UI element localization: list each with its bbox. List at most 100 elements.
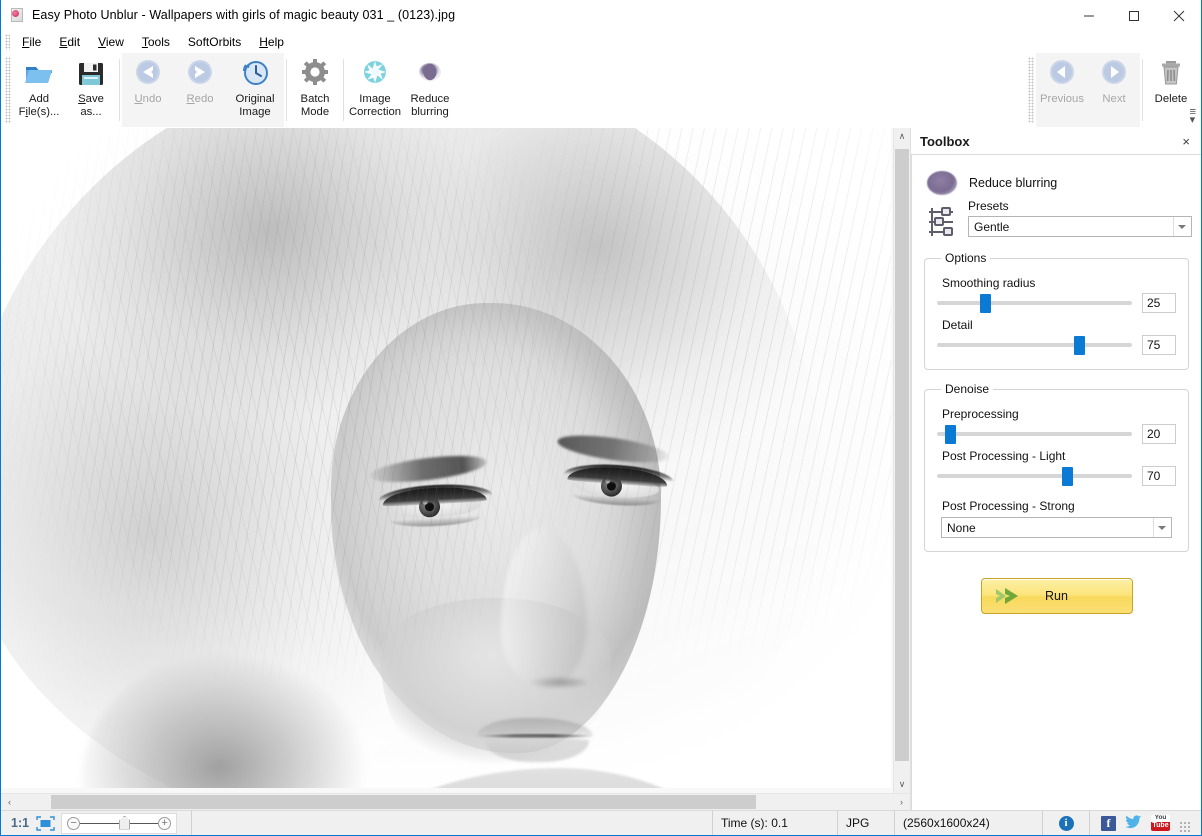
zoom-slider-track[interactable]	[80, 815, 159, 830]
zoom-slider-handle[interactable]	[119, 815, 131, 830]
slider-thumb[interactable]	[944, 425, 956, 444]
window-title: Easy Photo Unblur - Wallpapers with girl…	[32, 8, 456, 22]
presets-row: Presets Gentle	[927, 199, 1192, 239]
slider-thumb[interactable]	[1061, 467, 1073, 486]
open-folder-icon	[23, 58, 55, 90]
chevron-down-icon[interactable]	[1173, 217, 1190, 236]
fit-to-window-icon[interactable]	[36, 815, 55, 831]
scroll-down-button[interactable]: ∨	[894, 776, 910, 793]
image-correction-label: Image Correction	[348, 93, 402, 118]
next-arrow-icon	[1098, 58, 1130, 90]
portrait-photo	[1, 128, 891, 788]
status-time: Time (s): 0.1	[713, 811, 838, 835]
menu-item-file[interactable]: File	[13, 33, 50, 51]
toolbar-grip-icon[interactable]	[5, 57, 11, 123]
menu-item-tools[interactable]: Tools	[133, 33, 179, 51]
toolbar-overflow-icon[interactable]: ≡ ▾	[1190, 107, 1196, 126]
toolbar-separator	[343, 59, 344, 121]
vertical-scroll-track[interactable]	[894, 145, 910, 776]
minimize-button[interactable]	[1066, 0, 1111, 31]
denoise-group: Denoise Preprocessing 20 Post Processing…	[924, 382, 1189, 552]
scroll-up-button[interactable]: ∧	[894, 128, 910, 145]
close-button[interactable]	[1156, 0, 1201, 31]
slider-track[interactable]	[937, 301, 1132, 305]
presets-label: Presets	[968, 199, 1009, 213]
delete-label: Delete	[1154, 93, 1188, 105]
resize-grip-icon[interactable]	[1179, 821, 1191, 833]
preprocessing-value[interactable]: 20	[1142, 424, 1176, 444]
previous-label: Previous	[1040, 93, 1084, 105]
original-image-label: Original Image	[235, 93, 275, 118]
post-processing-strong-value: None	[947, 520, 976, 535]
vertical-scroll-thumb[interactable]	[895, 149, 909, 761]
detail-slider[interactable]	[937, 334, 1132, 356]
clock-history-icon	[239, 58, 271, 90]
post-processing-strong-label: Post Processing - Strong	[942, 499, 1075, 513]
menu-item-edit[interactable]: Edit	[50, 33, 89, 51]
image-canvas[interactable]	[1, 128, 893, 793]
add-files-button[interactable]: Add File(s)...	[13, 53, 65, 127]
horizontal-scrollbar[interactable]: ‹ ›	[1, 793, 910, 810]
toolbar-right-group: Previous Next Delete ≡ ▾	[1024, 53, 1197, 127]
zoom-in-button[interactable]: +	[158, 816, 172, 830]
info-button[interactable]: i	[1043, 811, 1090, 835]
preprocessing-slider[interactable]	[937, 423, 1132, 445]
horizontal-scroll-thumb[interactable]	[51, 795, 756, 809]
image-correction-button[interactable]: Image Correction	[346, 53, 404, 127]
batch-mode-button[interactable]: Batch Mode	[289, 53, 341, 127]
redo-button[interactable]: Redo	[174, 53, 226, 127]
youtube-icon[interactable]: You Tube	[1151, 815, 1170, 831]
post-processing-light-slider[interactable]	[937, 465, 1132, 487]
run-button[interactable]: Run	[980, 578, 1133, 614]
menu-item-softorbits[interactable]: SoftOrbits	[179, 33, 250, 51]
facebook-icon[interactable]: f	[1101, 815, 1116, 831]
post-processing-light-value[interactable]: 70	[1142, 466, 1176, 486]
save-as-button[interactable]: Save as...	[65, 53, 117, 127]
toolbox-header: Toolbox ×	[911, 128, 1201, 154]
next-label: Next	[1102, 93, 1126, 105]
slider-thumb[interactable]	[979, 294, 991, 313]
menu-item-view[interactable]: View	[89, 33, 133, 51]
scroll-right-button[interactable]: ›	[893, 794, 910, 810]
post-processing-strong-select[interactable]: None	[941, 517, 1172, 538]
zoom-controls: 1:1 − +	[1, 811, 193, 835]
social-links: f You Tube	[1090, 811, 1201, 835]
status-format: JPG	[838, 811, 895, 835]
post-processing-light-row: 70	[937, 465, 1176, 487]
application-window: Easy Photo Unblur - Wallpapers with girl…	[0, 0, 1202, 836]
detail-value[interactable]: 75	[1142, 335, 1176, 355]
smoothing-radius-slider[interactable]	[937, 292, 1132, 314]
scroll-left-button[interactable]: ‹	[1, 794, 18, 810]
next-button[interactable]: Next	[1088, 53, 1140, 127]
detail-row: 75	[937, 334, 1176, 356]
previous-button[interactable]: Previous	[1036, 53, 1088, 127]
reduce-blurring-button[interactable]: Reduce blurring	[404, 53, 456, 127]
chevron-down-icon[interactable]	[1153, 518, 1170, 537]
toolbar-group-history: Undo Redo Original Image	[122, 53, 284, 127]
slider-track[interactable]	[937, 343, 1132, 347]
zoom-out-button[interactable]: −	[67, 816, 81, 830]
original-image-button[interactable]: Original Image	[226, 53, 284, 127]
toolbar-grip-icon-right[interactable]	[1028, 57, 1034, 123]
menu-grip-icon[interactable]	[5, 34, 10, 50]
smoothing-radius-value[interactable]: 25	[1142, 293, 1176, 313]
undo-arrow-icon	[132, 58, 164, 90]
smoothing-radius-row: 25	[937, 292, 1176, 314]
blur-ellipse-icon	[414, 58, 446, 90]
twitter-icon[interactable]	[1125, 814, 1142, 832]
vertical-scrollbar[interactable]: ∧ ∨	[893, 128, 910, 793]
zoom-slider-widget[interactable]: − +	[61, 812, 178, 834]
slider-track[interactable]	[937, 432, 1132, 436]
zoom-ratio-button[interactable]: 1:1	[11, 816, 29, 830]
preprocessing-row: 20	[937, 423, 1176, 445]
maximize-button[interactable]	[1111, 0, 1156, 31]
slider-track[interactable]	[937, 474, 1132, 478]
menu-bar: File Edit View Tools SoftOrbits Help	[1, 31, 1201, 53]
close-icon[interactable]: ×	[1178, 133, 1194, 150]
slider-thumb[interactable]	[1073, 336, 1085, 355]
denoise-group-legend: Denoise	[945, 382, 990, 396]
menu-item-help[interactable]: Help	[250, 33, 293, 51]
toolbar-group-file: Add File(s)... Save as...	[13, 53, 117, 127]
presets-select[interactable]: Gentle	[968, 216, 1192, 237]
undo-button[interactable]: Undo	[122, 53, 174, 127]
